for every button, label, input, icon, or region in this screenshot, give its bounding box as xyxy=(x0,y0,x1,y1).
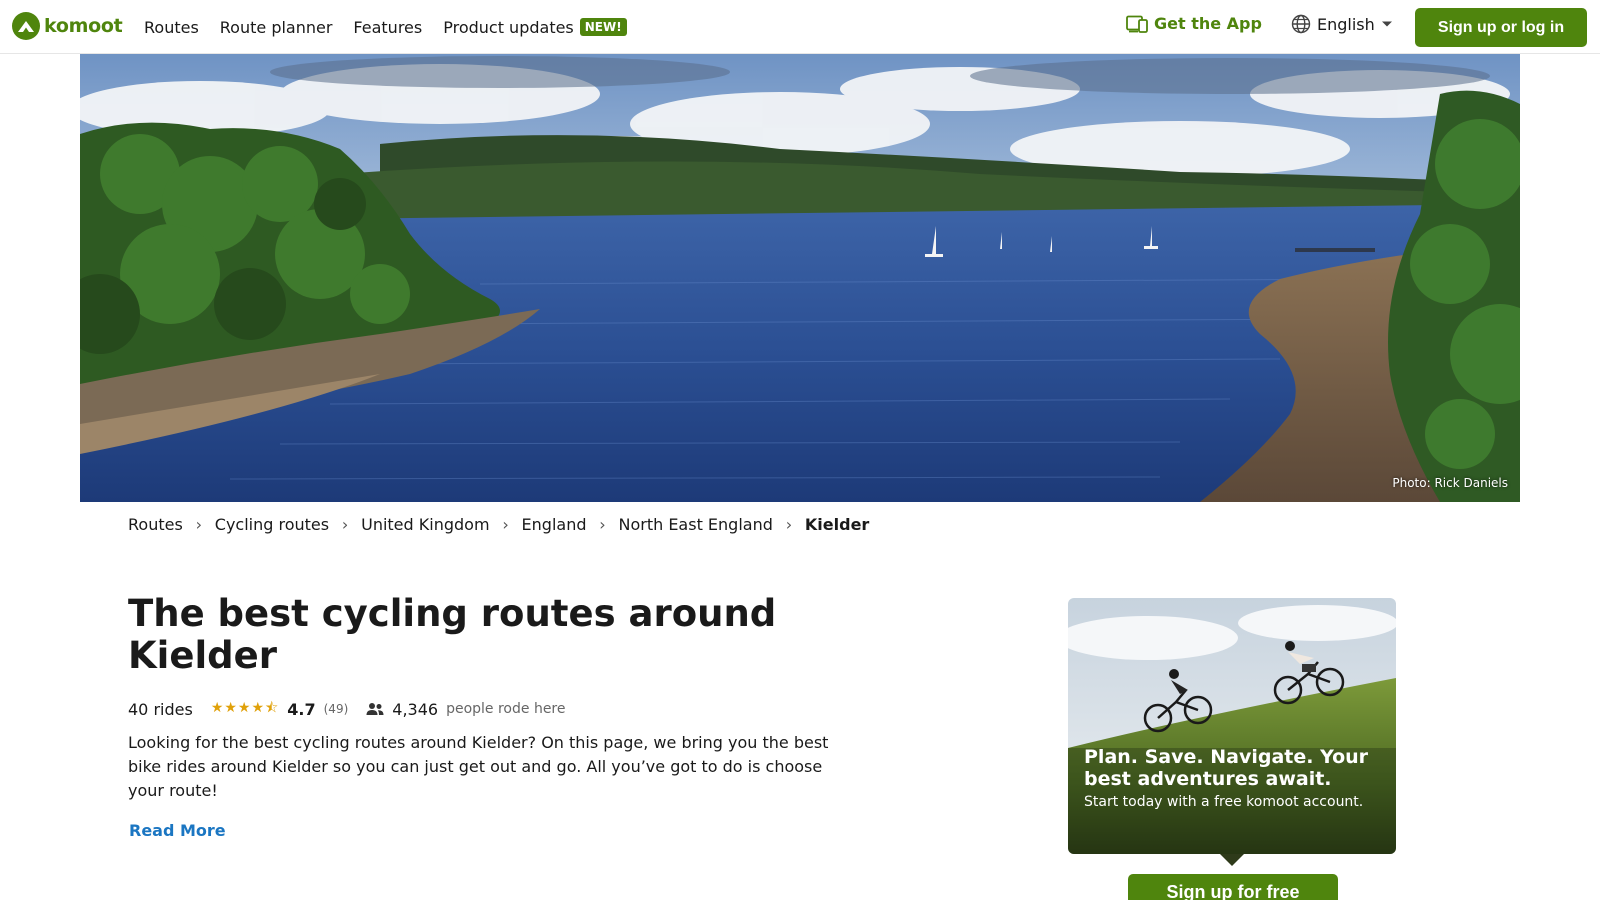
lake-landscape-photo xyxy=(80,54,1520,502)
breadcrumb-england[interactable]: England xyxy=(522,515,587,534)
route-stats: 40 rides ★★★★⯪ 4.7 (49) 4,346 people rod… xyxy=(128,697,566,721)
chevron-down-icon xyxy=(1381,21,1392,27)
rides-count: 40 rides xyxy=(128,699,193,719)
chevron-right-icon: › xyxy=(785,515,793,534)
breadcrumb-routes[interactable]: Routes xyxy=(128,515,183,534)
promo-pointer-arrow xyxy=(1220,854,1244,866)
rating-count: (49) xyxy=(323,702,349,716)
people-icon xyxy=(366,703,384,715)
language-label: English xyxy=(1317,14,1375,34)
chevron-right-icon: › xyxy=(599,515,606,534)
top-navigation-bar: komoot Routes Route planner Features Pro… xyxy=(0,0,1600,54)
sign-up-or-log-in-button[interactable]: Sign up or log in xyxy=(1415,8,1587,47)
komoot-logo-icon xyxy=(12,12,40,40)
get-the-app-link[interactable]: Get the App xyxy=(1126,14,1262,33)
promo-subtext: Start today with a free komoot account. xyxy=(1084,794,1364,810)
people-count: 4,346 xyxy=(392,699,439,719)
new-badge: NEW! xyxy=(579,18,627,36)
chevron-right-icon: › xyxy=(195,515,202,534)
chevron-right-icon: › xyxy=(341,515,349,534)
signup-promo-card: Plan. Save. Navigate. Your best adventur… xyxy=(1068,598,1396,854)
star-rating-icon: ★★★★⯪ xyxy=(210,700,280,716)
breadcrumb: Routes › Cycling routes › United Kingdom… xyxy=(128,515,869,534)
nav-route-planner[interactable]: Route planner xyxy=(220,18,333,37)
nav-product-updates[interactable]: Product updates NEW! xyxy=(443,18,627,37)
nav-features[interactable]: Features xyxy=(353,18,422,37)
breadcrumb-cycling-routes[interactable]: Cycling routes xyxy=(215,515,329,534)
get-the-app-label: Get the App xyxy=(1154,14,1262,33)
breadcrumb-current: Kielder xyxy=(804,515,870,534)
rating-value: 4.7 xyxy=(287,699,316,719)
photo-credit: Photo: Rick Daniels xyxy=(1392,476,1508,490)
sign-up-for-free-button[interactable]: Sign up for free xyxy=(1128,874,1338,900)
promo-headline: Plan. Save. Navigate. Your best adventur… xyxy=(1084,746,1369,790)
intro-description: Looking for the best cycling routes arou… xyxy=(128,733,829,800)
breadcrumb-north-east-england[interactable]: North East England xyxy=(618,515,772,534)
phone-tablet-icon xyxy=(1126,15,1148,33)
nav-product-updates-label: Product updates xyxy=(443,17,574,37)
main-nav: Routes Route planner Features Product up… xyxy=(144,0,627,54)
chevron-right-icon: › xyxy=(502,515,509,534)
promo-text-block: Plan. Save. Navigate. Your best adventur… xyxy=(1084,746,1384,810)
page-title: The best cycling routes around Kielder xyxy=(128,592,777,677)
nav-routes[interactable]: Routes xyxy=(144,18,199,37)
komoot-logo[interactable]: komoot xyxy=(12,12,123,40)
language-selector[interactable]: English xyxy=(1291,14,1393,34)
read-more-link[interactable]: Read More xyxy=(129,821,226,840)
breadcrumb-united-kingdom[interactable]: United Kingdom xyxy=(361,515,489,534)
logo-text: komoot xyxy=(44,15,123,37)
globe-icon xyxy=(1291,14,1311,34)
people-label: people rode here xyxy=(446,701,566,717)
cyclists-on-hill-photo xyxy=(1068,598,1396,854)
hero-image: Photo: Rick Daniels xyxy=(80,54,1520,502)
